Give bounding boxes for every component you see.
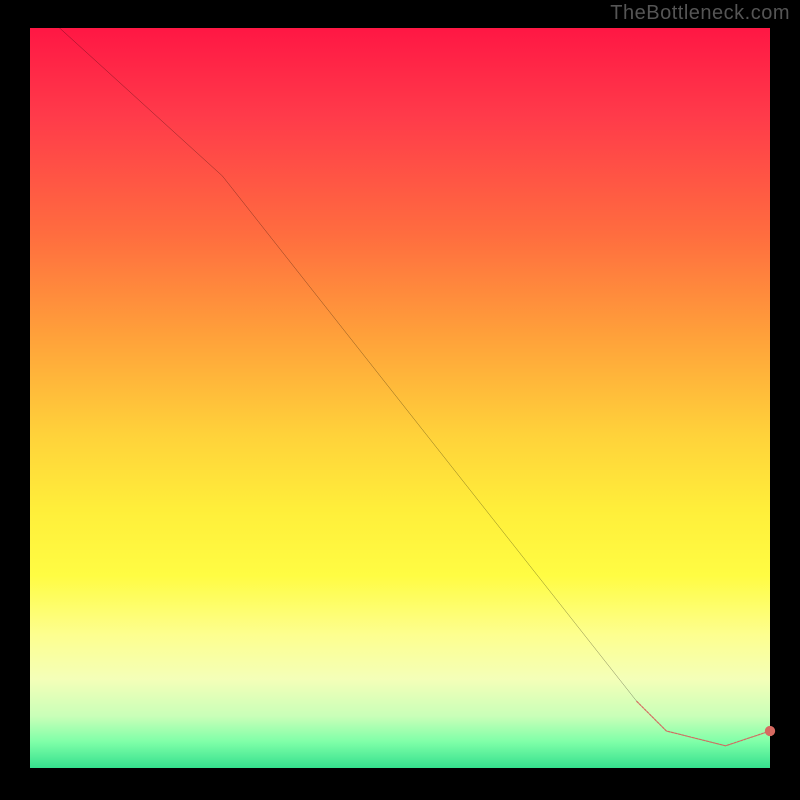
main-curve-path [60,28,770,746]
plot-area [30,28,770,768]
watermark-text: TheBottleneck.com [610,2,790,25]
chart-stage: TheBottleneck.com [0,0,800,800]
highlight-curve-path [637,701,770,745]
chart-lines [30,28,770,768]
highlight-end-dot [765,726,775,736]
